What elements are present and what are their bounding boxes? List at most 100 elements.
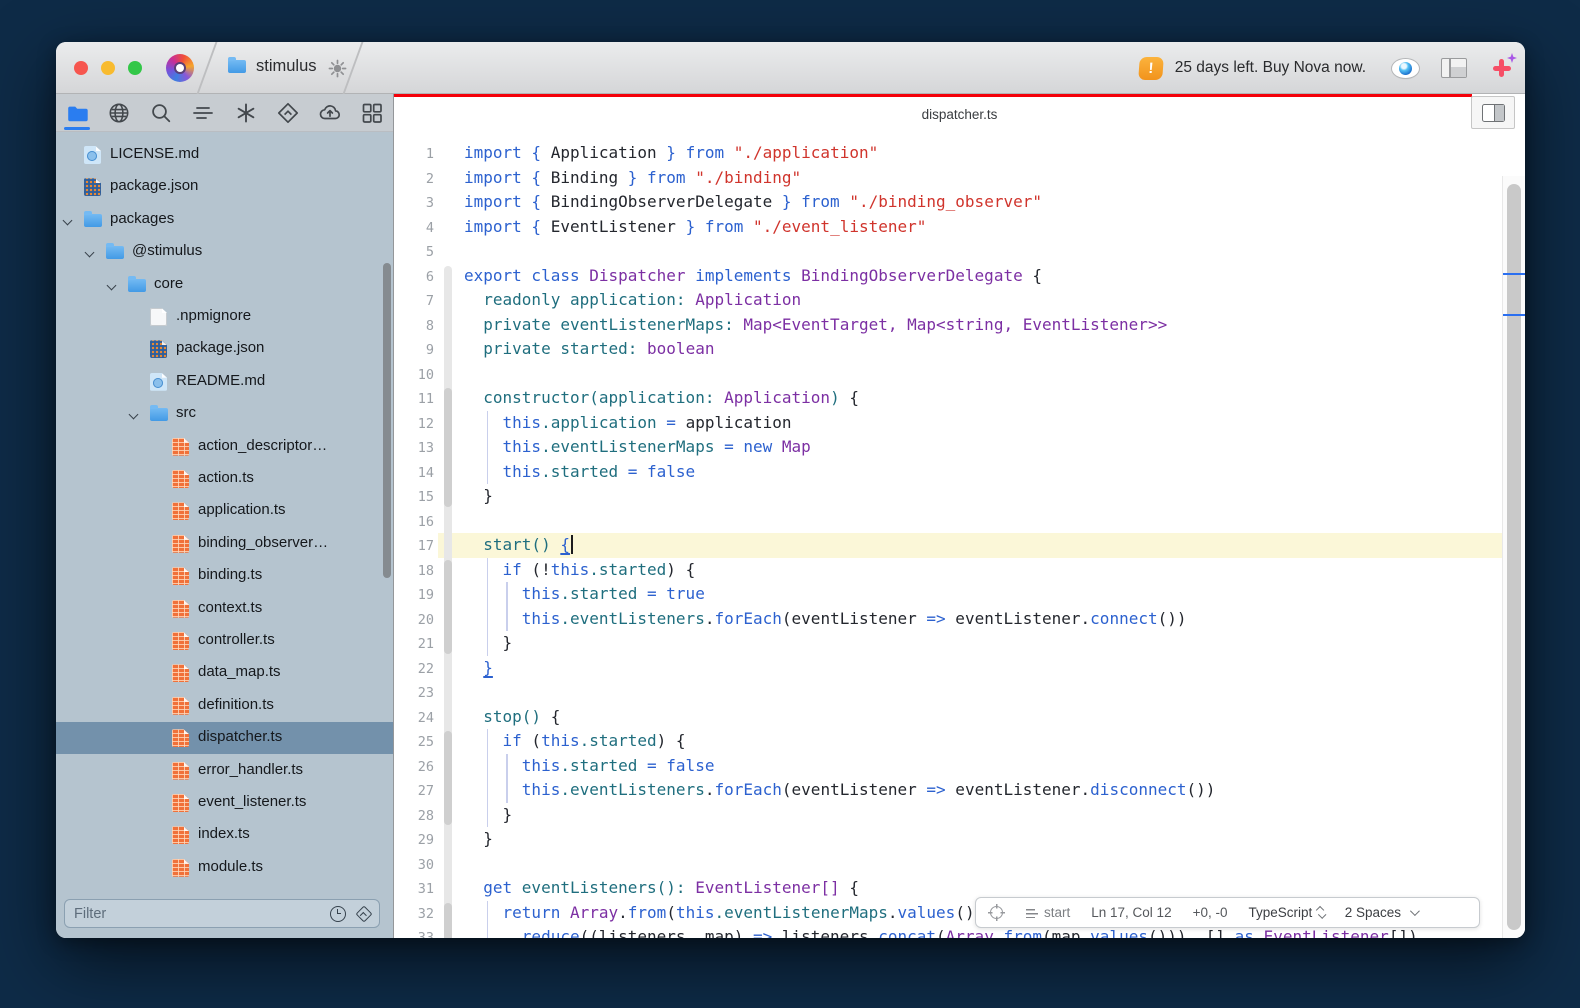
code-lines[interactable]: 1import { Application } from "./applicat… xyxy=(394,141,1502,938)
filter-bar[interactable] xyxy=(64,899,380,928)
indent-selector[interactable]: 2 Spaces xyxy=(1345,905,1417,920)
line-number: 10 xyxy=(394,363,434,388)
tree-file-row[interactable]: dispatcher.ts xyxy=(56,722,393,754)
code-line[interactable]: 7 readonly application: Application xyxy=(394,288,1502,313)
sidebar-tab-files[interactable] xyxy=(62,96,92,130)
code-line[interactable]: 30 xyxy=(394,852,1502,877)
code-line[interactable]: 2import { Binding } from "./binding" xyxy=(394,166,1502,191)
chevron-down-icon[interactable] xyxy=(85,248,95,258)
tree-file-row[interactable] xyxy=(56,132,393,139)
tree-file-row[interactable]: .npmignore xyxy=(56,301,393,333)
tree-file-row[interactable]: index.ts xyxy=(56,819,393,851)
chevron-down-icon[interactable] xyxy=(129,410,139,420)
code-line[interactable]: 25 if (this.started) { xyxy=(394,729,1502,754)
tree-file-row[interactable]: LICENSE.md xyxy=(56,139,393,171)
sidebar-tab-symbols[interactable] xyxy=(231,96,261,130)
code-line[interactable]: 18 if (!this.started) { xyxy=(394,558,1502,583)
tree-folder-row[interactable]: core xyxy=(56,269,393,301)
sidebar-tab-search[interactable] xyxy=(146,96,176,130)
status-bar: start Ln 17, Col 12 +0, -0 TypeScript 2 … xyxy=(975,897,1480,928)
code-line[interactable]: 6export class Dispatcher implements Bind… xyxy=(394,264,1502,289)
code-line[interactable]: 19 this.started = true xyxy=(394,582,1502,607)
tree-file-row[interactable]: module.ts xyxy=(56,852,393,884)
code-line[interactable]: 28 } xyxy=(394,803,1502,828)
sidebar-tab-text-clips[interactable] xyxy=(188,96,218,130)
gear-icon[interactable] xyxy=(328,59,347,83)
cursor-position[interactable]: Ln 17, Col 12 xyxy=(1091,905,1171,920)
publish-diamond-icon[interactable] xyxy=(356,905,373,922)
tree-file-row[interactable]: README.md xyxy=(56,366,393,398)
code-line[interactable]: 11 constructor(application: Application)… xyxy=(394,386,1502,411)
code-line[interactable]: 9 private started: boolean xyxy=(394,337,1502,362)
project-title[interactable]: stimulus xyxy=(256,57,317,76)
code-line[interactable]: 14 this.started = false xyxy=(394,460,1502,485)
tree-file-row[interactable]: binding.ts xyxy=(56,560,393,592)
code-line[interactable]: 13 this.eventListenerMaps = new Map xyxy=(394,435,1502,460)
code-line[interactable]: 22 } xyxy=(394,656,1502,681)
scrollbar-thumb[interactable] xyxy=(1507,184,1521,930)
tree-file-row[interactable]: package.json xyxy=(56,333,393,365)
code-line[interactable]: 23 xyxy=(394,680,1502,705)
code-line[interactable]: 20 this.eventListeners.forEach(eventList… xyxy=(394,607,1502,632)
code-line[interactable]: 8 private eventListenerMaps: Map<EventTa… xyxy=(394,313,1502,338)
code-line[interactable]: 27 this.eventListeners.forEach(eventList… xyxy=(394,778,1502,803)
tree-file-row[interactable]: context.ts xyxy=(56,593,393,625)
trial-text[interactable]: 25 days left. Buy Nova now. xyxy=(1175,59,1366,77)
traffic-minimize-button[interactable] xyxy=(101,61,115,75)
language-selector[interactable]: TypeScript xyxy=(1248,905,1323,920)
tree-file-row[interactable]: action_descriptor… xyxy=(56,431,393,463)
chevron-down-icon[interactable] xyxy=(63,215,73,225)
sidebar-scrollbar[interactable] xyxy=(383,263,391,578)
scroll-mark xyxy=(1503,314,1525,316)
clock-icon[interactable] xyxy=(330,906,346,922)
change-counts[interactable]: +0, -0 xyxy=(1193,905,1228,920)
editor-scrollbar[interactable] xyxy=(1502,176,1525,938)
sidebar-tab-remote[interactable] xyxy=(104,96,134,130)
sidebar-tab-publish[interactable] xyxy=(315,96,345,130)
tree-folder-row[interactable]: src xyxy=(56,398,393,430)
code-area[interactable]: 1import { Application } from "./applicat… xyxy=(394,132,1525,938)
tree-file-row[interactable]: error_handler.ts xyxy=(56,755,393,787)
project-folder-icon[interactable] xyxy=(228,60,246,78)
tree-folder-row[interactable]: @stimulus xyxy=(56,236,393,268)
code-line[interactable]: 29 } xyxy=(394,827,1502,852)
tree-folder-row[interactable]: packages xyxy=(56,204,393,236)
tree-file-row[interactable]: action.ts xyxy=(56,463,393,495)
tree-file-row[interactable]: package.json xyxy=(56,171,393,203)
code-line[interactable]: 5 xyxy=(394,239,1502,264)
tree-file-row[interactable]: definition.ts xyxy=(56,690,393,722)
chevron-down-icon[interactable] xyxy=(107,280,117,290)
tree-file-row[interactable] xyxy=(56,884,393,891)
split-editor-icon[interactable] xyxy=(1441,58,1467,78)
code-line[interactable]: 15 } xyxy=(394,484,1502,509)
tree-file-row[interactable]: event_listener.ts xyxy=(56,787,393,819)
new-file-plus-icon[interactable] xyxy=(1491,58,1511,78)
code-line[interactable]: 3import { BindingObserverDelegate } from… xyxy=(394,190,1502,215)
sidebar-tab-extensions[interactable] xyxy=(357,96,387,130)
filter-input[interactable] xyxy=(74,906,330,922)
preview-eye-icon[interactable] xyxy=(1392,59,1419,78)
tree-file-row[interactable]: data_map.ts xyxy=(56,657,393,689)
code-line[interactable]: 1import { Application } from "./applicat… xyxy=(394,141,1502,166)
code-line[interactable]: 12 this.application = application xyxy=(394,411,1502,436)
traffic-zoom-button[interactable] xyxy=(128,61,142,75)
code-line[interactable]: 26 this.started = false xyxy=(394,754,1502,779)
crosshair-icon[interactable] xyxy=(988,904,1005,921)
code-line[interactable]: 17 start() { xyxy=(394,533,1502,558)
tree-file-row[interactable]: binding_observer… xyxy=(56,528,393,560)
code-line[interactable]: 16 xyxy=(394,509,1502,534)
tree-file-row[interactable]: application.ts xyxy=(56,495,393,527)
right-sidebar-toggle-button[interactable] xyxy=(1471,96,1515,129)
code-line[interactable]: 24 stop() { xyxy=(394,705,1502,730)
traffic-close-button[interactable] xyxy=(74,61,88,75)
code-line[interactable]: 21 } xyxy=(394,631,1502,656)
tree-file-row[interactable]: controller.ts xyxy=(56,625,393,657)
titlebar[interactable]: stimulus ! 25 days left. Buy Nova now. xyxy=(56,42,1525,94)
tree-item-label: controller.ts xyxy=(198,631,275,648)
line-number: 1 xyxy=(394,142,434,167)
code-line[interactable]: 4import { EventListener } from "./event_… xyxy=(394,215,1502,240)
sidebar-tab-source-control[interactable] xyxy=(273,96,303,130)
editor-header[interactable]: dispatcher.ts xyxy=(394,97,1525,132)
code-line[interactable]: 10 xyxy=(394,362,1502,387)
symbol-path[interactable]: start xyxy=(1026,905,1070,920)
